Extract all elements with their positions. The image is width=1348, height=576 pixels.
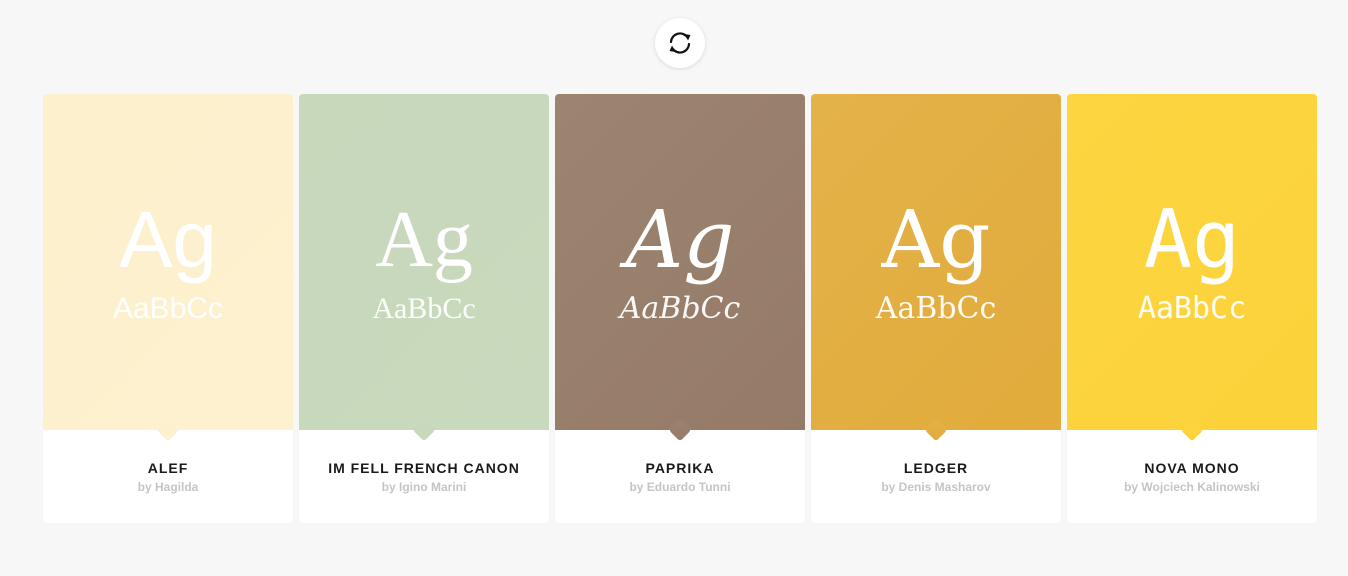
sample-glyph-small: AaBbCc [875, 291, 997, 326]
sample-glyph-large: Ag [375, 196, 473, 284]
font-author: by Hagilda [137, 480, 199, 494]
font-author: by Wojciech Kalinowski [1124, 480, 1260, 494]
font-author: by Denis Masharov [881, 480, 991, 494]
font-name: IM FELL FRENCH CANON [328, 460, 520, 476]
font-author: by Igino Marini [381, 480, 467, 494]
sample-glyph-large: Ag [119, 195, 217, 284]
font-card-preview: Ag AaBbCc [43, 94, 293, 430]
font-card-nova-mono[interactable]: Ag AaBbCc NOVA MONO by Wojciech Kalinows… [1067, 94, 1317, 523]
font-name: PAPRIKA [645, 460, 715, 476]
sample-glyph-small: AaBbCc [619, 291, 741, 326]
font-card-info: PAPRIKA by Eduardo Tunni [555, 430, 805, 523]
font-card-info: ALEF by Hagilda [43, 430, 293, 523]
font-card-preview: Ag AaBbCc [1067, 94, 1317, 430]
sample-glyph-large: Ag [625, 193, 735, 286]
font-card-ledger[interactable]: Ag AaBbCc LEDGER by Denis Masharov [811, 94, 1061, 523]
sample-glyph-small: AaBbCc [1137, 291, 1247, 326]
font-card-info: IM FELL FRENCH CANON by Igino Marini [299, 430, 549, 523]
sample-glyph-large: Ag [1143, 193, 1241, 286]
sample-glyph-small: AaBbCc [112, 292, 224, 325]
font-gallery-page: Ag AaBbCc ALEF by Hagilda Ag AaBbCc IM F… [0, 0, 1348, 576]
font-card-im-fell-french-canon[interactable]: Ag AaBbCc IM FELL FRENCH CANON by Igino … [299, 94, 549, 523]
font-name: LEDGER [903, 460, 969, 476]
font-name: NOVA MONO [1144, 460, 1240, 476]
font-card-info: NOVA MONO by Wojciech Kalinowski [1067, 430, 1317, 523]
font-card-preview: Ag AaBbCc [555, 94, 805, 430]
refresh-button[interactable] [655, 18, 705, 68]
sample-glyph-large: Ag [881, 193, 991, 286]
font-card-info: LEDGER by Denis Masharov [811, 430, 1061, 523]
font-name: ALEF [147, 460, 189, 476]
font-author: by Eduardo Tunni [629, 480, 731, 494]
font-card-list: Ag AaBbCc ALEF by Hagilda Ag AaBbCc IM F… [43, 94, 1317, 523]
font-card-alef[interactable]: Ag AaBbCc ALEF by Hagilda [43, 94, 293, 523]
sample-glyph-small: AaBbCc [372, 292, 476, 325]
font-card-preview: Ag AaBbCc [299, 94, 549, 430]
refresh-icon [669, 32, 691, 54]
font-card-paprika[interactable]: Ag AaBbCc PAPRIKA by Eduardo Tunni [555, 94, 805, 523]
font-card-preview: Ag AaBbCc [811, 94, 1061, 430]
